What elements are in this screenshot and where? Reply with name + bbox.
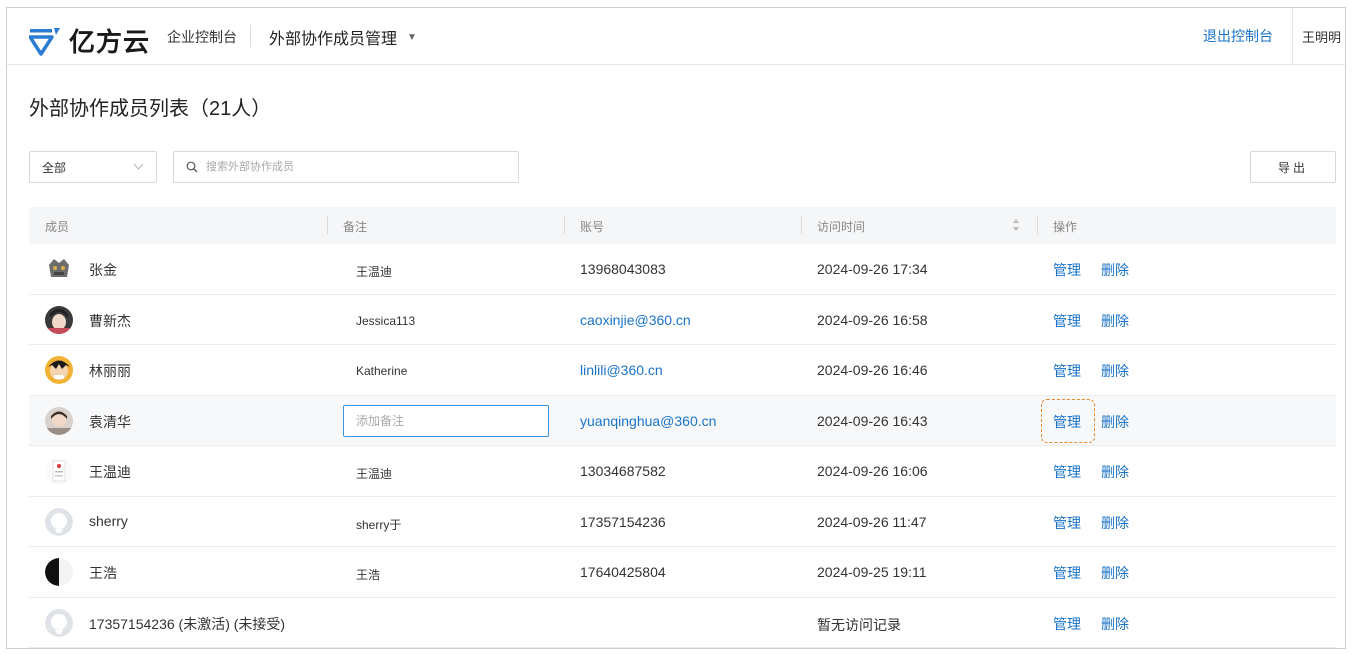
visit-time: 2024-09-26 11:47 [817, 513, 927, 530]
table-row: 曹新杰 Jessica113 caoxinjie@360.cn 2024-09-… [29, 295, 1336, 345]
column-member: 成员 [45, 220, 70, 234]
account-email-link[interactable]: linlili@360.cn [580, 362, 663, 378]
page-title: 外部协作成员列表（21人） [29, 98, 272, 120]
member-name: 袁清华 [89, 413, 131, 430]
exit-console-link[interactable]: 退出控制台 [1203, 26, 1273, 46]
manage-link[interactable]: 管理 [1053, 260, 1081, 280]
avatar [45, 305, 73, 334]
visit-time: 2024-09-26 16:06 [817, 463, 928, 479]
manage-link[interactable]: 管理 [1053, 462, 1081, 482]
logo-text: 亿方云 [69, 28, 151, 58]
column-actions: 操作 [1053, 220, 1078, 234]
table-row: sherry sherry于 17357154236 2024-09-26 11… [29, 497, 1336, 547]
top-bar: 亿方云 企业控制台 外部协作成员管理 ▼ 退出控制台 王明明 [7, 8, 1345, 65]
delete-link[interactable]: 删除 [1101, 513, 1129, 533]
page-menu-dropdown[interactable]: 外部协作成员管理 ▼ [269, 25, 417, 49]
logo[interactable]: 亿方云 [29, 22, 150, 59]
member-filter-select[interactable]: 全部 [29, 151, 157, 183]
table-row: 林丽丽 Katherine linlili@360.cn 2024-09-26 … [29, 345, 1336, 396]
member-name: 曹新杰 [89, 312, 131, 329]
member-name: sherry [89, 512, 128, 529]
app-window: 亿方云 企业控制台 外部协作成员管理 ▼ 退出控制台 王明明 外部协作成员列表（… [6, 7, 1346, 649]
delete-link[interactable]: 删除 [1101, 563, 1129, 583]
visit-time: 2024-09-26 16:46 [817, 362, 928, 378]
table-row: 王温迪 王温迪 13034687582 2024-09-26 16:06 管理 … [29, 446, 1336, 497]
filter-value: 全部 [42, 160, 67, 175]
member-name: 17357154236 (未激活) (未接受) [89, 615, 286, 632]
visit-time: 2024-09-25 19:11 [817, 564, 927, 580]
user-divider [1292, 8, 1293, 65]
logo-icon [29, 27, 60, 56]
table-row: 张金 王温迪 13968043083 2024-09-26 17:34 管理 删… [29, 244, 1336, 295]
member-name: 张金 [89, 262, 117, 278]
manage-link[interactable]: 管理 [1053, 412, 1081, 432]
avatar [45, 356, 73, 384]
search-icon [186, 161, 198, 173]
remark-text[interactable]: 王浩 [356, 566, 380, 583]
account-text: 17640425804 [580, 564, 666, 580]
manage-link[interactable]: 管理 [1053, 563, 1081, 583]
column-divider [1037, 216, 1038, 234]
table-header: 成员 备注 账号 访问时间 操作 [29, 207, 1336, 244]
visit-time: 2024-09-26 17:34 [817, 261, 928, 277]
account-text: 13968043083 [580, 261, 666, 277]
remark-text[interactable]: 王温迪 [356, 263, 392, 280]
remark-text[interactable]: sherry于 [356, 516, 401, 533]
search-box[interactable] [173, 151, 519, 183]
chevron-down-icon [133, 161, 144, 173]
column-divider [327, 216, 328, 234]
user-name[interactable]: 王明明 [1302, 27, 1341, 46]
column-divider [801, 216, 802, 234]
column-visit-time[interactable]: 访问时间 [817, 218, 865, 235]
avatar [45, 255, 73, 283]
delete-link[interactable]: 删除 [1101, 311, 1129, 331]
page-menu-label: 外部协作成员管理 [269, 31, 398, 48]
enterprise-console-link[interactable]: 企业控制台 [167, 27, 237, 47]
column-remark: 备注 [343, 220, 368, 234]
remark-text[interactable]: 王温迪 [356, 465, 392, 482]
delete-link[interactable]: 删除 [1101, 412, 1129, 432]
manage-link[interactable]: 管理 [1053, 513, 1081, 533]
member-name: 王浩 [89, 565, 117, 581]
manage-link[interactable]: 管理 [1053, 614, 1081, 634]
remark-text[interactable]: Jessica113 [356, 314, 415, 328]
account-email-link[interactable]: yuanqinghua@360.cn [580, 413, 716, 429]
visit-time: 暂无访问记录 [817, 616, 901, 633]
account-text: 17357154236 [580, 513, 666, 530]
delete-link[interactable]: 删除 [1101, 614, 1129, 634]
delete-link[interactable]: 删除 [1101, 462, 1129, 482]
caret-down-icon: ▼ [407, 31, 417, 43]
avatar [45, 558, 73, 586]
remark-text[interactable]: Katherine [356, 364, 407, 378]
remark-input[interactable] [343, 404, 549, 437]
default-avatar [45, 507, 73, 536]
column-divider [564, 216, 565, 234]
visit-time: 2024-09-26 16:43 [817, 412, 928, 429]
visit-time: 2024-09-26 16:58 [817, 311, 928, 328]
table-row: 袁清华 yuanqinghua@360.cn 2024-09-26 16:43 … [29, 395, 1336, 446]
delete-link[interactable]: 删除 [1101, 361, 1129, 381]
column-account: 账号 [580, 220, 605, 234]
table-row: 王浩 王浩 17640425804 2024-09-25 19:11 管理 删除 [29, 547, 1336, 598]
member-name: 王温迪 [89, 464, 131, 480]
sort-icon[interactable] [1011, 216, 1021, 234]
manage-link[interactable]: 管理 [1053, 311, 1081, 331]
search-input[interactable] [204, 160, 504, 174]
export-button[interactable]: 导出 [1250, 151, 1336, 183]
table-row: 17357154236 (未激活) (未接受) 暂无访问记录 管理 删除 [29, 598, 1336, 648]
account-email-link[interactable]: caoxinjie@360.cn [580, 312, 691, 328]
manage-link[interactable]: 管理 [1053, 361, 1081, 381]
member-table: 成员 备注 账号 访问时间 操作 张金 王温迪 13968043083 2024… [29, 207, 1336, 648]
avatar [45, 406, 73, 435]
member-name: 林丽丽 [89, 363, 131, 379]
delete-link[interactable]: 删除 [1101, 260, 1129, 280]
avatar [45, 457, 73, 485]
header-divider [250, 25, 251, 47]
account-text: 13034687582 [580, 463, 666, 479]
default-avatar [45, 608, 73, 637]
